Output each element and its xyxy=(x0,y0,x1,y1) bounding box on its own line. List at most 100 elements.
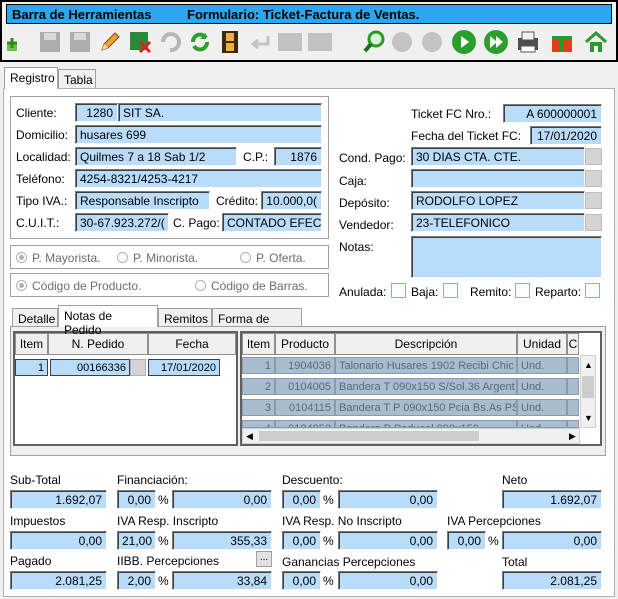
telefono-field[interactable]: 4254-8321/4253-4217 xyxy=(75,169,322,188)
descuento-pct-field[interactable]: 0,00 xyxy=(282,490,321,509)
baja-checkbox[interactable] xyxy=(443,283,458,298)
product-cell[interactable] xyxy=(567,420,579,428)
table-row[interactable]: 4 xyxy=(242,420,275,428)
iva-rni-value-field[interactable]: 0,00 xyxy=(338,531,438,550)
reparto-checkbox[interactable] xyxy=(585,283,600,298)
localidad-field[interactable]: Quilmes 7 a 18 Sab 1/2 xyxy=(75,147,237,166)
tab-forma-pago[interactable]: Forma de Pago xyxy=(212,308,302,340)
table-row[interactable]: 3 xyxy=(242,399,275,416)
financiacion-value-field[interactable]: 0,00 xyxy=(172,490,272,509)
list-icon[interactable] xyxy=(276,28,304,56)
caja-dropdown[interactable] xyxy=(585,170,602,187)
product-cell[interactable]: 0104005 xyxy=(275,378,335,395)
search-icon[interactable] xyxy=(360,28,388,56)
cuit-field[interactable]: 30-67.923.272/( xyxy=(75,213,169,232)
tab-detalle[interactable]: Detalle xyxy=(12,308,58,328)
product-cell[interactable] xyxy=(567,357,579,374)
prev-record-icon[interactable] xyxy=(418,28,446,56)
codigo-producto-radio[interactable] xyxy=(16,280,27,291)
anulada-checkbox[interactable] xyxy=(391,283,406,298)
print-icon[interactable] xyxy=(514,28,542,56)
productos-header-unidad[interactable]: Unidad xyxy=(517,333,567,355)
iva-ri-pct-field[interactable]: 21,00 xyxy=(117,531,156,550)
product-cell[interactable]: 1904036 xyxy=(275,357,335,374)
productos-vscrollbar[interactable]: ▲ ▼ xyxy=(580,355,596,428)
next-record-icon[interactable] xyxy=(450,28,478,56)
productos-header-c[interactable]: C xyxy=(567,333,579,355)
cliente-name-field[interactable]: SIT SA. xyxy=(118,103,322,122)
edit-pencil-icon[interactable] xyxy=(96,28,124,56)
iibb-value-field[interactable]: 33,84 xyxy=(172,571,272,590)
ganancias-value-field[interactable]: 0,00 xyxy=(338,571,438,590)
product-cell[interactable] xyxy=(567,378,579,395)
p-oferta-radio[interactable] xyxy=(240,252,251,263)
pedido-number-cell[interactable]: 00166336 xyxy=(50,359,130,376)
vendedor-field[interactable]: 23-TELEFONICO xyxy=(411,213,585,232)
scroll-right-icon[interactable]: ▶ xyxy=(569,431,576,442)
save-as-icon[interactable] xyxy=(66,28,94,56)
tab-notas-pedido[interactable]: Notas de Pedido xyxy=(58,305,158,337)
ticket-fecha-field[interactable]: 17/01/2020 xyxy=(530,126,602,145)
p-mayorista-radio[interactable] xyxy=(16,252,27,263)
film-icon[interactable] xyxy=(216,28,244,56)
home-icon[interactable] xyxy=(582,28,610,56)
product-cell[interactable]: Und. xyxy=(517,420,567,428)
scroll-down-icon[interactable]: ▼ xyxy=(584,413,593,423)
refresh-icon[interactable] xyxy=(186,28,214,56)
caja-field[interactable] xyxy=(411,169,585,188)
productos-header-descripcion[interactable]: Descripción xyxy=(335,333,517,355)
deposito-dropdown[interactable] xyxy=(585,192,602,209)
list2-icon[interactable] xyxy=(306,28,334,56)
save-disk-icon[interactable] xyxy=(36,28,64,56)
return-icon[interactable] xyxy=(246,28,274,56)
last-record-icon[interactable] xyxy=(482,28,510,56)
tab-tabla[interactable]: Tabla xyxy=(58,69,96,89)
pagado-field[interactable]: 2.081,25 xyxy=(10,571,107,590)
tab-registro[interactable]: Registro xyxy=(4,67,58,89)
remito-checkbox[interactable] xyxy=(515,283,530,298)
financiacion-pct-field[interactable]: 0,00 xyxy=(117,490,156,509)
table-row[interactable]: 2 xyxy=(242,378,275,395)
product-cell[interactable]: Und. xyxy=(517,357,567,374)
vscroll-thumb[interactable] xyxy=(582,376,594,398)
product-cell[interactable]: 0104052 xyxy=(275,420,335,428)
table-row[interactable]: 1 xyxy=(242,357,275,374)
credito-field[interactable]: 10.000,0( xyxy=(261,191,322,210)
product-cell[interactable]: Und. xyxy=(517,399,567,416)
cond-pago-dropdown[interactable] xyxy=(585,148,602,165)
ganancias-pct-field[interactable]: 0,00 xyxy=(282,571,321,590)
gift-icon[interactable] xyxy=(548,28,576,56)
product-cell[interactable]: Bandera P Poducol 090x150 xyxy=(335,420,517,428)
table-row[interactable]: 1 xyxy=(15,359,48,376)
product-cell[interactable]: Und. xyxy=(517,378,567,395)
pedido-lookup-button[interactable] xyxy=(130,359,146,376)
tab-remitos[interactable]: Remitos xyxy=(158,308,212,328)
hscroll-thumb[interactable] xyxy=(259,431,479,441)
product-cell[interactable]: Bandera T P 090x150 Pcia Bs.As PS xyxy=(335,399,517,416)
product-cell[interactable]: Talonario Husares 1902 Recibi Chic xyxy=(335,357,517,374)
p-minorista-radio[interactable] xyxy=(117,252,128,263)
iva-rni-pct-field[interactable]: 0,00 xyxy=(282,531,321,550)
neto-field[interactable]: 1.692,07 xyxy=(502,490,602,509)
scroll-left-icon[interactable]: ◀ xyxy=(246,431,253,442)
deposito-field[interactable]: RODOLFO LOPEZ xyxy=(411,191,585,210)
codigo-barras-radio[interactable] xyxy=(195,280,206,291)
cpago-field[interactable]: CONTADO EFEC xyxy=(222,213,322,232)
delete-disk-icon[interactable] xyxy=(126,28,154,56)
tipo-iva-field[interactable]: Responsable Inscripto xyxy=(75,191,210,210)
iibb-pct-field[interactable]: 2,00 xyxy=(117,571,156,590)
vendedor-dropdown[interactable] xyxy=(585,214,602,231)
product-cell[interactable] xyxy=(567,399,579,416)
pedido-fecha-cell[interactable]: 17/01/2020 xyxy=(148,359,220,376)
productos-header-producto[interactable]: Producto xyxy=(275,333,335,355)
domicilio-field[interactable]: husares 699 xyxy=(75,125,322,144)
iva-perc-value-field[interactable]: 0,00 xyxy=(502,531,602,550)
undo-icon[interactable] xyxy=(156,28,184,56)
descuento-value-field[interactable]: 0,00 xyxy=(338,490,438,509)
iva-perc-pct-field[interactable]: 0,00 xyxy=(447,531,486,550)
new-icon[interactable] xyxy=(2,28,30,56)
pedidos-header-fecha[interactable]: Fecha xyxy=(148,333,236,355)
cp-field[interactable]: 1876 xyxy=(274,147,322,166)
ticket-nro-field[interactable]: A 600000001 xyxy=(503,104,602,123)
cliente-code-field[interactable]: 1280 xyxy=(75,103,118,122)
